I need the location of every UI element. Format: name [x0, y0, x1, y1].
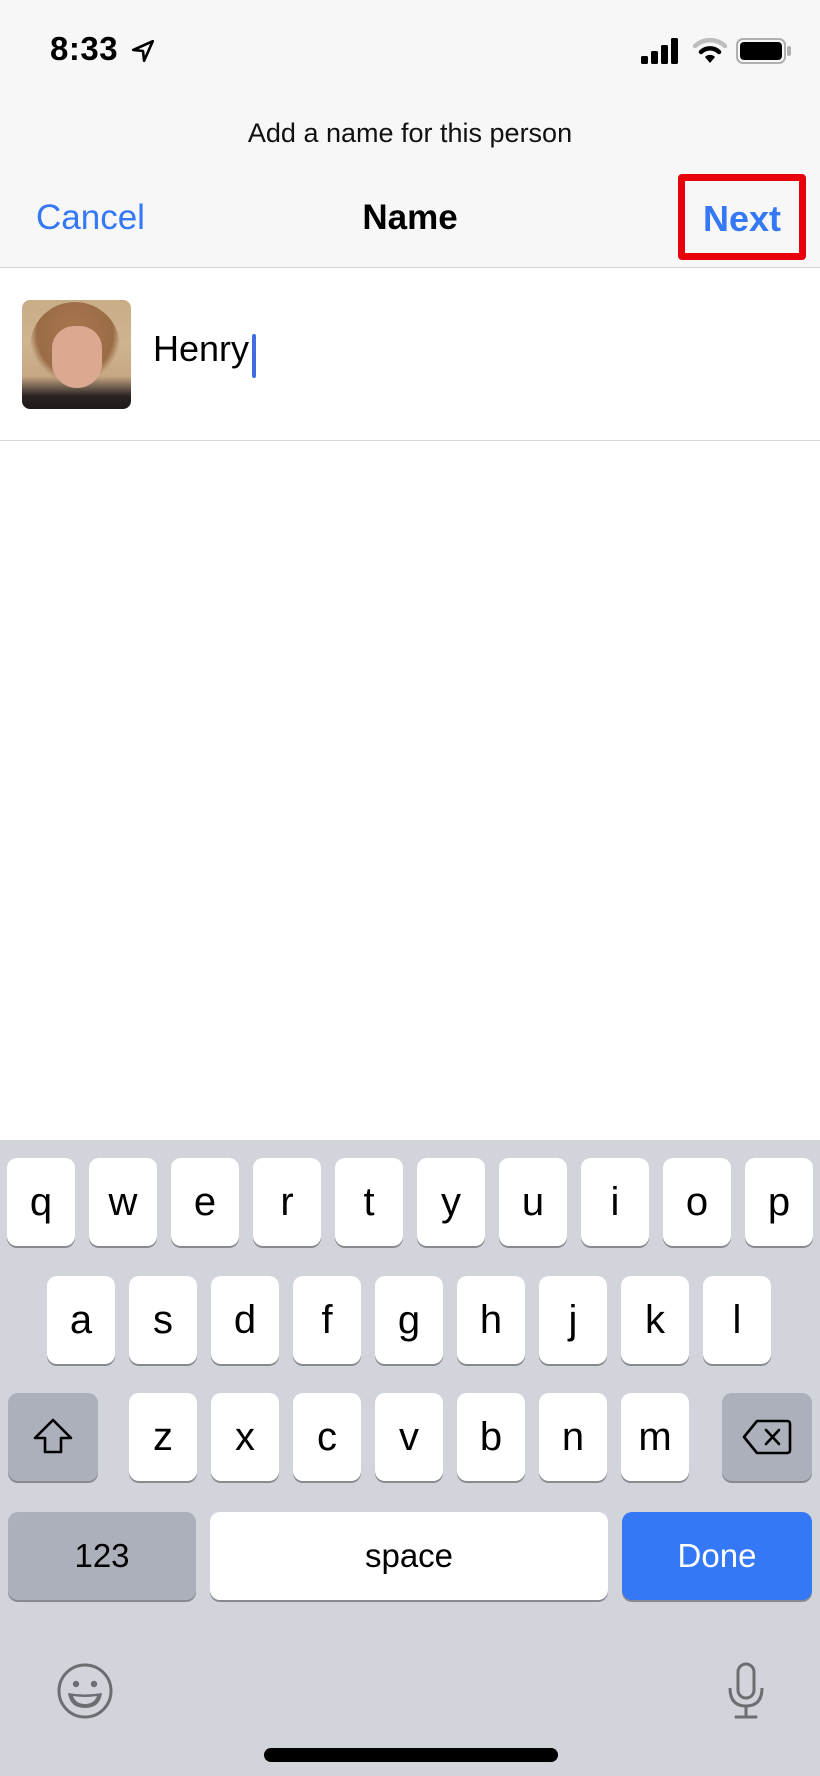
key-h[interactable]: h: [457, 1276, 525, 1364]
shift-key[interactable]: [8, 1393, 98, 1481]
key-k[interactable]: k: [621, 1276, 689, 1364]
key-b[interactable]: b: [457, 1393, 525, 1481]
status-time: 8:33: [50, 30, 119, 67]
key-w[interactable]: w: [89, 1158, 157, 1246]
microphone-icon[interactable]: [724, 1662, 768, 1722]
key-t[interactable]: t: [335, 1158, 403, 1246]
key-u[interactable]: u: [499, 1158, 567, 1246]
key-a[interactable]: a: [47, 1276, 115, 1364]
photo-face-blurred: [52, 326, 102, 388]
key-e[interactable]: e: [171, 1158, 239, 1246]
delete-key[interactable]: [722, 1393, 812, 1481]
key-n[interactable]: n: [539, 1393, 607, 1481]
next-button[interactable]: Next: [678, 198, 806, 240]
keyboard: qwertyuiop asdfghjkl zxcvbnm 123 space D…: [0, 1140, 820, 1776]
delete-icon: [742, 1419, 792, 1455]
text-cursor: [252, 334, 256, 378]
wifi-icon: [693, 37, 727, 63]
cancel-button[interactable]: Cancel: [36, 198, 145, 238]
done-key[interactable]: Done: [622, 1512, 812, 1600]
emoji-icon[interactable]: [56, 1662, 114, 1720]
navigation-header: 8:33 Add a name for this person Cancel N…: [0, 0, 820, 268]
key-s[interactable]: s: [129, 1276, 197, 1364]
name-input[interactable]: [153, 328, 753, 370]
key-x[interactable]: x: [211, 1393, 279, 1481]
key-f[interactable]: f: [293, 1276, 361, 1364]
person-photo: [22, 300, 131, 409]
cellular-signal-icon: [641, 38, 678, 64]
key-p[interactable]: p: [745, 1158, 813, 1246]
location-arrow-icon: [131, 39, 155, 63]
key-v[interactable]: v: [375, 1393, 443, 1481]
key-g[interactable]: g: [375, 1276, 443, 1364]
numbers-key[interactable]: 123: [8, 1512, 196, 1600]
shift-icon: [33, 1418, 73, 1454]
key-y[interactable]: y: [417, 1158, 485, 1246]
space-key[interactable]: space: [210, 1512, 608, 1600]
key-o[interactable]: o: [663, 1158, 731, 1246]
key-j[interactable]: j: [539, 1276, 607, 1364]
prompt-text: Add a name for this person: [247, 118, 573, 148]
battery-icon: [736, 38, 791, 64]
key-r[interactable]: r: [253, 1158, 321, 1246]
key-i[interactable]: i: [581, 1158, 649, 1246]
key-c[interactable]: c: [293, 1393, 361, 1481]
key-m[interactable]: m: [621, 1393, 689, 1481]
key-q[interactable]: q: [7, 1158, 75, 1246]
name-entry-row: [0, 268, 820, 441]
key-l[interactable]: l: [703, 1276, 771, 1364]
home-indicator[interactable]: [264, 1748, 558, 1762]
key-z[interactable]: z: [129, 1393, 197, 1481]
key-d[interactable]: d: [211, 1276, 279, 1364]
